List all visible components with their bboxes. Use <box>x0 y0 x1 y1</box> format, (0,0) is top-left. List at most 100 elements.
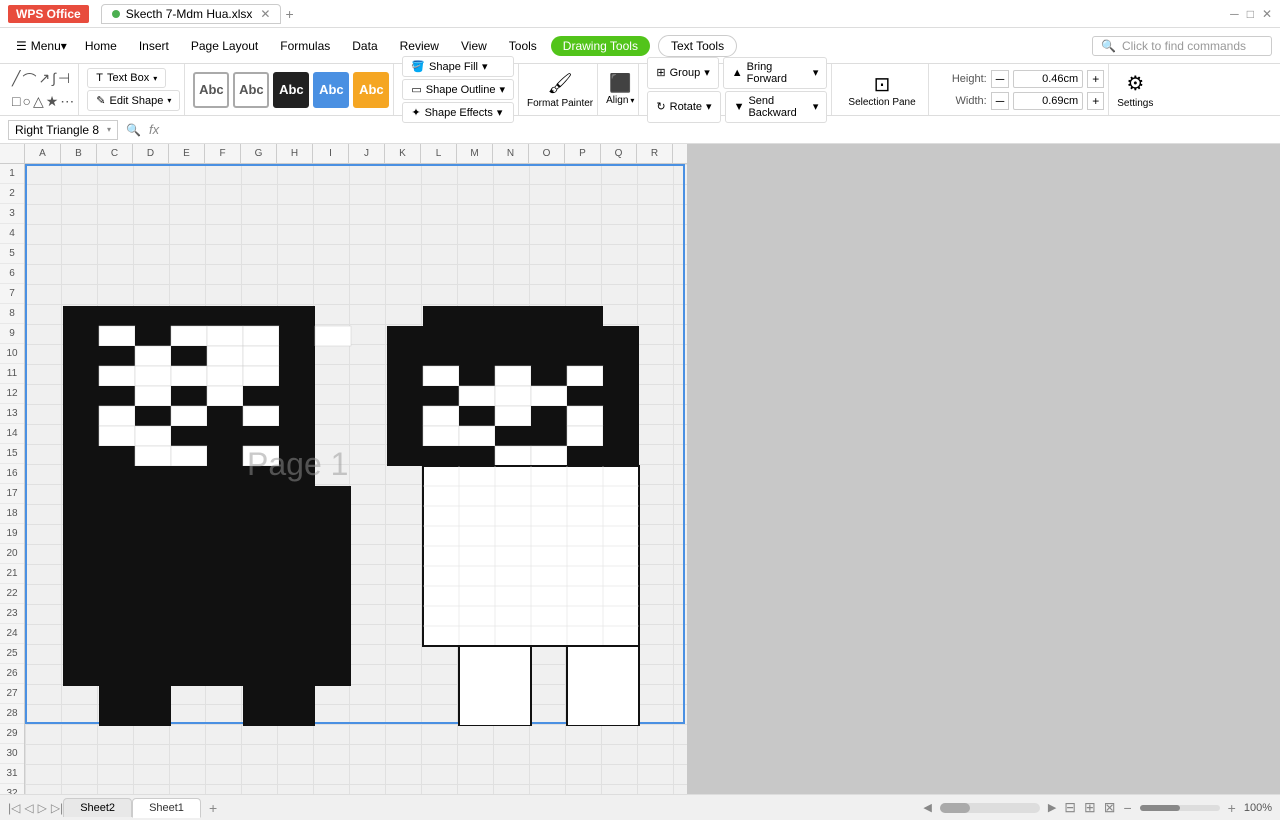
nav-prev-icon[interactable]: ◁ <box>24 801 33 815</box>
row-11: 11 <box>0 364 24 384</box>
close-tab-icon[interactable]: ✕ <box>260 7 270 21</box>
menu-button[interactable]: ☰ Menu ▾ <box>8 35 75 57</box>
zoom-search-icon[interactable]: 🔍 <box>126 123 141 137</box>
height-plus-icon[interactable]: + <box>1087 70 1104 88</box>
selection-pane-button[interactable]: ⊡ Selection Pane <box>840 68 923 112</box>
zoom-in-icon[interactable]: + <box>1228 800 1236 816</box>
menu-page-layout[interactable]: Page Layout <box>181 35 268 57</box>
abc-style-4[interactable]: Abc <box>313 72 349 108</box>
rotate-button[interactable]: ↻ Rotate ▾ <box>647 91 720 123</box>
menu-formulas[interactable]: Formulas <box>270 35 340 57</box>
add-tab-button[interactable]: + <box>285 6 293 22</box>
menu-review[interactable]: Review <box>390 35 449 57</box>
menu-home[interactable]: Home <box>75 35 127 57</box>
triangle-tool-icon[interactable]: △ <box>33 93 44 110</box>
abc-style-1[interactable]: Abc <box>193 72 229 108</box>
col-M[interactable]: M <box>457 144 493 163</box>
col-H[interactable]: H <box>277 144 313 163</box>
curve-tool-icon[interactable]: ⌒ <box>22 70 36 90</box>
col-F[interactable]: F <box>205 144 241 163</box>
selection-pane-label: Selection Pane <box>848 97 915 108</box>
abc-style-2[interactable]: Abc <box>233 72 269 108</box>
edit-shape-button[interactable]: ✎ Edit Shape ▾ <box>87 90 180 111</box>
align-button[interactable]: ⬛ Align ▾ <box>606 73 634 106</box>
scrollbar-thumb[interactable] <box>940 803 970 813</box>
file-tab[interactable]: Skecth 7-Mdm Hua.xlsx ✕ <box>101 4 282 24</box>
textbox-button[interactable]: T Text Box ▾ <box>87 68 166 88</box>
grid-area[interactable]: Page 1 ✏ ⚓ 📄 <box>25 164 687 794</box>
minimize-btn[interactable]: ─ <box>1230 7 1239 21</box>
circle-tool-icon[interactable]: ○ <box>22 93 30 110</box>
col-E[interactable]: E <box>169 144 205 163</box>
send-backward-button[interactable]: ▼ Send Backward ▾ <box>725 91 828 123</box>
wps-logo[interactable]: WPS Office <box>8 5 89 23</box>
line-tool-icon[interactable]: ╱ <box>12 70 20 90</box>
close-btn[interactable]: ✕ <box>1262 7 1272 21</box>
col-P[interactable]: P <box>565 144 601 163</box>
search-box[interactable]: 🔍 Click to find commands <box>1092 36 1272 56</box>
col-N[interactable]: N <box>493 144 529 163</box>
arrow-tool-icon[interactable]: ↗ <box>38 70 50 90</box>
horizontal-scrollbar[interactable] <box>940 803 1040 813</box>
zoom-slider[interactable] <box>1140 805 1220 811</box>
height-input[interactable] <box>1013 70 1083 88</box>
col-O[interactable]: O <box>529 144 565 163</box>
col-G[interactable]: G <box>241 144 277 163</box>
width-plus-icon[interactable]: + <box>1087 92 1104 110</box>
col-L[interactable]: L <box>421 144 457 163</box>
width-input[interactable] <box>1013 92 1083 110</box>
col-B[interactable]: B <box>61 144 97 163</box>
col-I[interactable]: I <box>313 144 349 163</box>
menu-data[interactable]: Data <box>342 35 387 57</box>
shape-outline-button[interactable]: ▭ Shape Outline ▾ <box>402 79 514 100</box>
page-layout-view-icon[interactable]: ⊞ <box>1084 799 1096 816</box>
formula-input[interactable] <box>167 123 1272 137</box>
text-edit-section: T Text Box ▾ ✎ Edit Shape ▾ <box>83 64 185 115</box>
page-break-view-icon[interactable]: ⊠ <box>1104 799 1116 816</box>
col-C[interactable]: C <box>97 144 133 163</box>
height-minus-icon[interactable]: ─ <box>991 70 1010 88</box>
align-section: ⬛ Align ▾ <box>602 64 639 115</box>
drawing-tools-tab[interactable]: Drawing Tools <box>551 36 650 56</box>
settings-label[interactable]: Settings <box>1117 98 1153 109</box>
col-A[interactable]: A <box>25 144 61 163</box>
col-D[interactable]: D <box>133 144 169 163</box>
square-tool-icon[interactable]: □ <box>12 93 20 110</box>
sheet-tab-sheet1[interactable]: Sheet1 <box>132 798 201 818</box>
more-shapes-icon[interactable]: ⋯ <box>60 93 74 110</box>
hamburger-icon: ☰ <box>16 39 27 53</box>
shape-effects-button[interactable]: ✦ Shape Effects ▾ <box>402 102 514 123</box>
col-R[interactable]: R <box>637 144 673 163</box>
col-K[interactable]: K <box>385 144 421 163</box>
nav-next-icon[interactable]: ▷ <box>38 801 47 815</box>
name-box[interactable]: Right Triangle 8 ▾ <box>8 120 118 140</box>
star-tool-icon[interactable]: ★ <box>46 93 59 110</box>
sheet-area: A B C D E F G H I J K L M N O P Q R S T <box>0 144 687 794</box>
bring-forward-button[interactable]: ▲ Bring Forward ▾ <box>723 57 828 89</box>
menu-view[interactable]: View <box>451 35 497 57</box>
outline-icon: ▭ <box>411 83 421 96</box>
connector-icon[interactable]: ⊣ <box>58 70 70 90</box>
settings-section: ⚙ Settings <box>1113 64 1157 115</box>
nav-first-icon[interactable]: |◁ <box>8 801 20 815</box>
abc-style-3[interactable]: Abc <box>273 72 309 108</box>
maximize-btn[interactable]: □ <box>1247 7 1254 21</box>
col-Q[interactable]: Q <box>601 144 637 163</box>
freeform-icon[interactable]: ∫ <box>52 70 56 90</box>
abc-style-5[interactable]: Abc <box>353 72 389 108</box>
format-painter-label[interactable]: Format Painter <box>527 98 593 109</box>
group-icon: ⊞ <box>656 66 665 79</box>
normal-view-icon[interactable]: ⊟ <box>1064 799 1076 816</box>
menu-tools[interactable]: Tools <box>499 35 547 57</box>
sheet-tab-sheet2[interactable]: Sheet2 <box>63 798 132 817</box>
shape-fill-button[interactable]: 🪣 Shape Fill ▾ <box>402 56 514 77</box>
menu-insert[interactable]: Insert <box>129 35 179 57</box>
width-minus-icon[interactable]: ─ <box>991 92 1010 110</box>
text-tools-tab[interactable]: Text Tools <box>658 35 737 57</box>
group-button[interactable]: ⊞ Group ▾ <box>647 57 718 89</box>
add-sheet-button[interactable]: + <box>201 797 225 819</box>
col-S[interactable]: S <box>673 144 687 163</box>
nav-last-icon[interactable]: ▷| <box>51 801 63 815</box>
zoom-out-icon[interactable]: − <box>1123 800 1131 816</box>
col-J[interactable]: J <box>349 144 385 163</box>
